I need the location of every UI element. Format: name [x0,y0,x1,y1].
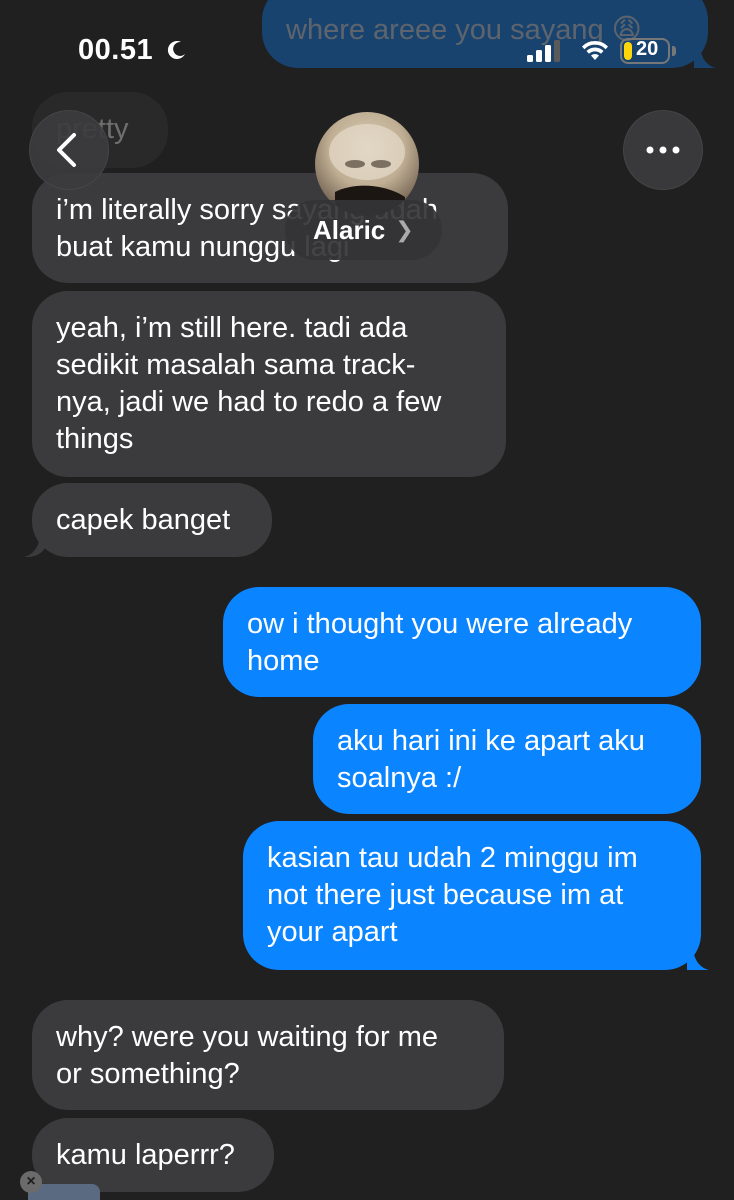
close-icon[interactable]: × [20,1171,42,1193]
message-bubble-sent[interactable]: aku hari ini ke apart aku soalnya :/ [313,704,701,814]
back-button[interactable] [29,110,109,190]
more-options-button[interactable] [623,110,703,190]
status-time: 00.51 [78,34,154,66]
moon-icon [167,41,185,60]
ellipsis-icon [646,146,680,154]
battery-level: 20 [636,38,659,60]
message-bubble-received[interactable]: capek banget [32,483,272,557]
chat-screen: where areee you sayang 😩 pretty i’m lite… [0,0,734,1200]
chevron-right-icon: ❯ [395,217,414,242]
message-bubble-received[interactable]: why? were you waiting for me or somethin… [32,1000,504,1110]
message-bubble-sent[interactable]: ow i thought you were already home [223,587,701,697]
contact-name-button[interactable]: Alaric ❯ [285,200,442,260]
battery-nub [672,46,676,56]
chevron-left-icon [57,133,76,167]
message-bubble-sent[interactable]: kasian tau udah 2 minggu im not there ju… [243,821,701,970]
contact-name: Alaric [313,214,386,245]
message-bubble-received[interactable]: yeah, i’m still here. tadi ada sedikit m… [32,291,506,477]
wifi-icon [582,40,608,60]
battery-icon: 20 [620,38,670,64]
message-bubble-received[interactable]: kamu laperrr? [32,1118,274,1192]
cellular-signal-icon [527,40,560,62]
